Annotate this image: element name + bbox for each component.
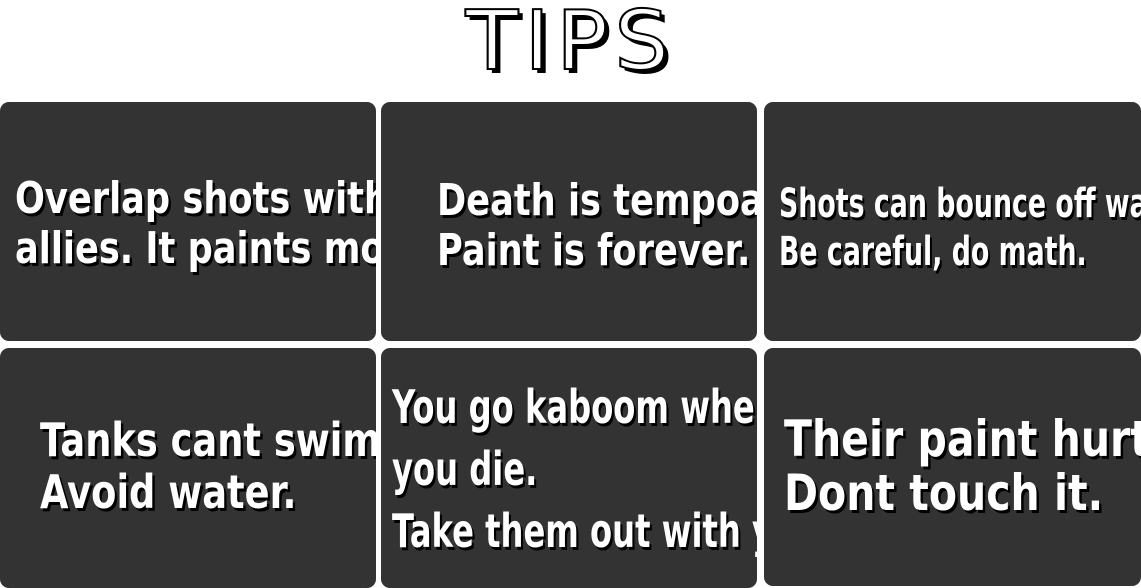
tip-line: Paint is forever. xyxy=(437,225,751,276)
tip-line: Their paint hurts. xyxy=(784,410,1141,468)
tip-card-bounce: Shots can bounce off walls. Be careful, … xyxy=(764,102,1141,341)
tip-line: Be careful, do math. xyxy=(779,229,1087,275)
tip-text: Death is tempoary. Paint is forever. xyxy=(437,176,757,276)
tip-line: Take them out with you. xyxy=(392,504,757,558)
tip-line: Shots can bounce off walls. xyxy=(779,181,1141,227)
tip-line: You go kaboom when xyxy=(392,380,757,434)
tip-line: Dont touch it. xyxy=(784,464,1104,522)
tip-text: Tanks cant swim. Avoid water. xyxy=(40,414,376,518)
tip-card-kaboom: You go kaboom when you die. Take them ou… xyxy=(381,348,757,588)
tip-text: Their paint hurts. Dont touch it. xyxy=(784,412,1141,520)
tip-line: you die. xyxy=(392,442,538,496)
tip-line: Overlap shots with xyxy=(15,173,376,224)
tips-screen: TIPS Overlap shots with allies. It paint… xyxy=(0,0,1141,588)
tip-card-paint-hurts: Their paint hurts. Dont touch it. xyxy=(764,348,1141,586)
tip-text: Overlap shots with allies. It paints mor… xyxy=(15,174,376,274)
tip-card-overlap: Overlap shots with allies. It paints mor… xyxy=(0,102,376,341)
tip-card-swim: Tanks cant swim. Avoid water. xyxy=(0,348,376,588)
tip-text: You go kaboom when you die. Take them ou… xyxy=(392,376,757,562)
tip-line: Avoid water. xyxy=(40,465,297,519)
page-title: TIPS xyxy=(465,0,676,89)
tip-text: Shots can bounce off walls. Be careful, … xyxy=(779,180,1141,276)
tip-line: Tanks cant swim. xyxy=(40,413,376,467)
tip-card-death: Death is tempoary. Paint is forever. xyxy=(381,102,757,341)
tip-line: allies. It paints more. xyxy=(15,223,376,274)
tip-line: Death is tempoary. xyxy=(437,175,757,226)
